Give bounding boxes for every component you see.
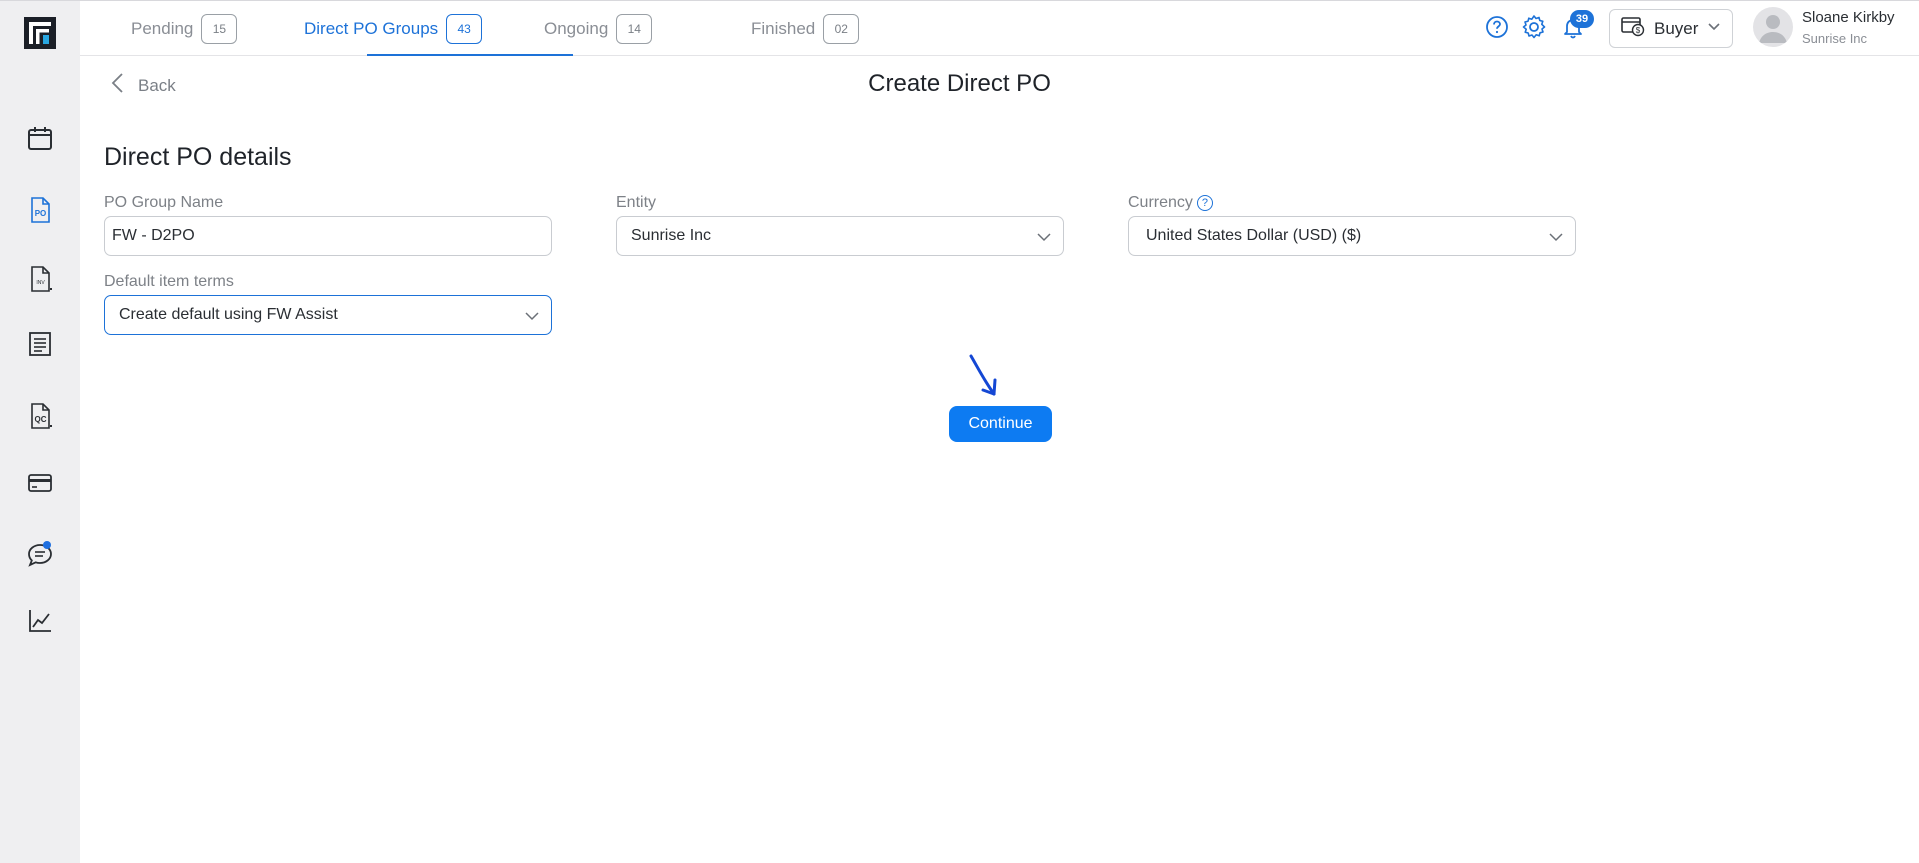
tab-finished[interactable]: Finished 02	[751, 1, 860, 56]
chevron-down-icon	[523, 307, 541, 325]
svg-text:PO: PO	[35, 209, 47, 218]
line-chart-icon[interactable]	[22, 603, 58, 639]
help-icon[interactable]	[1483, 13, 1511, 41]
tab-direct-po-groups[interactable]: Direct PO Groups 43	[304, 1, 483, 56]
section-title: Direct PO details	[104, 143, 292, 171]
avatar[interactable]	[1753, 7, 1793, 47]
po-group-name-label: PO Group Name	[104, 194, 224, 211]
default-item-terms-value: Create default using FW Assist	[119, 306, 338, 323]
chevron-down-icon	[1547, 228, 1565, 246]
tab-pending[interactable]: Pending 15	[131, 1, 238, 56]
tab-ongoing[interactable]: Ongoing 14	[544, 1, 653, 56]
tab-label: Pending	[131, 18, 194, 38]
entity-label: Entity	[616, 194, 657, 211]
svg-text:QC: QC	[35, 415, 47, 424]
chevron-down-icon	[1035, 228, 1053, 246]
tab-label: Ongoing	[544, 18, 609, 38]
currency-label: Currency?	[1128, 194, 1213, 212]
entity-select[interactable]: Sunrise Inc	[616, 216, 1064, 256]
logo-icon[interactable]	[24, 17, 56, 49]
invoice-document-icon[interactable]: INV	[22, 261, 58, 297]
entity-value: Sunrise Inc	[631, 227, 712, 244]
po-group-name-input[interactable]: FW - D2PO	[104, 216, 552, 256]
tab-count-badge: 14	[616, 13, 653, 44]
currency-value: United States Dollar (USD) ($)	[1146, 227, 1362, 244]
continue-button[interactable]: Continue	[949, 406, 1052, 442]
currency-label-text: Currency	[1128, 194, 1193, 211]
tab-count-badge: 43	[446, 13, 483, 44]
tab-count-badge: 15	[201, 13, 238, 44]
default-item-terms-label: Default item terms	[104, 273, 234, 290]
wallet-icon: $	[1620, 14, 1646, 43]
active-tab-indicator	[367, 54, 573, 56]
notification-count-badge: 39	[1570, 10, 1594, 28]
role-label: Buyer	[1654, 18, 1699, 38]
tab-label: Finished	[751, 18, 816, 38]
user-name: Sloane Kirkby	[1802, 9, 1895, 26]
credit-card-icon[interactable]	[22, 465, 58, 501]
annotation-arrow-icon	[964, 352, 1004, 400]
role-dropdown[interactable]: $ Buyer	[1609, 9, 1733, 48]
page-title: Create Direct PO	[868, 70, 1051, 97]
list-document-icon[interactable]	[22, 326, 58, 362]
default-item-terms-select[interactable]: Create default using FW Assist	[104, 295, 552, 335]
user-org: Sunrise Inc	[1802, 31, 1868, 46]
chat-icon[interactable]	[22, 537, 58, 573]
currency-select[interactable]: United States Dollar (USD) ($)	[1128, 216, 1576, 256]
tab-label: Direct PO Groups	[304, 18, 439, 38]
top-bar: Pending 15 Direct PO Groups 43 Ongoing 1…	[80, 0, 1919, 56]
qc-document-icon[interactable]: QC	[22, 398, 58, 434]
po-group-name-value: FW - D2PO	[112, 227, 195, 244]
svg-text:$: $	[1636, 26, 1641, 35]
po-document-icon[interactable]: PO	[22, 192, 58, 228]
calendar-icon[interactable]	[22, 121, 58, 157]
help-icon[interactable]: ?	[1196, 195, 1213, 211]
notification-dot	[43, 541, 51, 549]
app-root: PO INV QC Pending 15 Direct PO Groups 43…	[0, 0, 1919, 863]
gear-icon[interactable]	[1520, 13, 1548, 41]
chevron-down-icon	[1706, 18, 1722, 39]
sidebar: PO INV QC	[0, 0, 80, 863]
tab-count-badge: 02	[823, 13, 860, 44]
svg-text:INV: INV	[36, 280, 45, 286]
